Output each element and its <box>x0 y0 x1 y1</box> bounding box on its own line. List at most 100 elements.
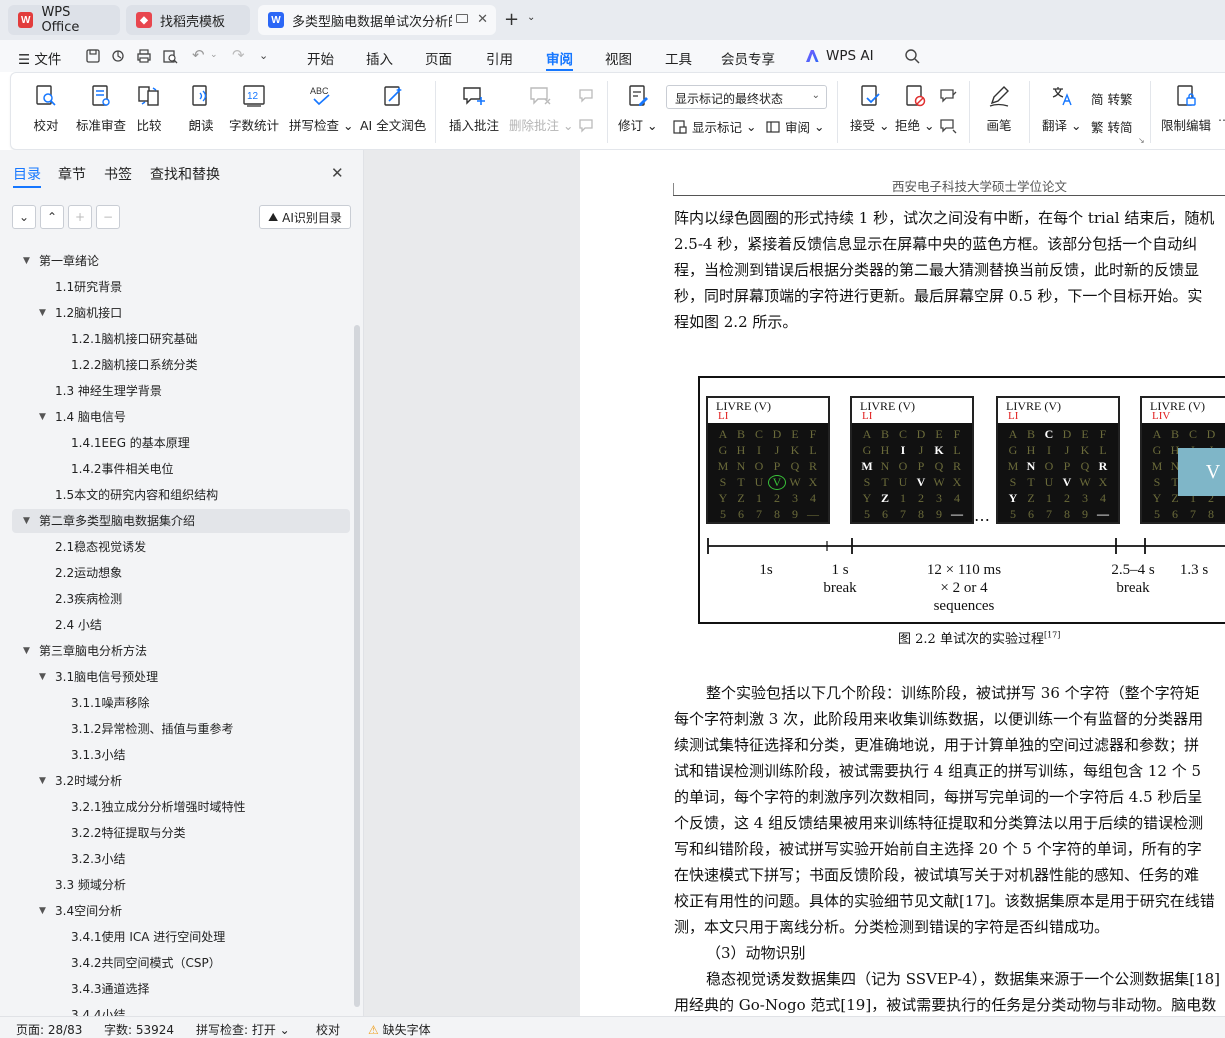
menu-review[interactable]: 审阅 <box>546 48 573 68</box>
expand-triangle-icon[interactable]: ▼ <box>39 899 46 923</box>
tab-bookmarks[interactable]: 书签 <box>104 164 132 184</box>
toc-item[interactable]: ▼ 第一章绪论 <box>12 249 350 273</box>
restrict-edit-button[interactable]: 限制编辑 <box>1161 83 1211 134</box>
tab-chapters[interactable]: 章节 <box>58 164 86 184</box>
expand-triangle-icon[interactable]: ▼ <box>39 769 46 793</box>
accept-button[interactable]: 接受 ⌄ <box>850 83 889 134</box>
menu-tools[interactable]: 工具 <box>665 48 692 68</box>
toc-item[interactable]: 3.4.3通道选择 <box>12 977 350 1001</box>
sync-icon[interactable] <box>110 48 126 64</box>
search-icon[interactable] <box>904 48 920 64</box>
toc-item[interactable]: 3.4.4小结 <box>12 1003 350 1016</box>
expand-triangle-icon[interactable]: ▼ <box>39 301 46 325</box>
toc-item[interactable]: 1.2.1脑机接口研究基础 <box>12 327 350 351</box>
expand-triangle-icon[interactable]: ▼ <box>23 249 30 273</box>
menu-page[interactable]: 页面 <box>425 48 452 68</box>
menu-file[interactable]: ☰ 文件 <box>18 48 61 68</box>
toc-item[interactable]: 2.4 小结 <box>12 613 350 637</box>
pen-button[interactable]: 画笔 <box>986 83 1012 134</box>
toc-item[interactable]: 3.1.1噪声移除 <box>12 691 350 715</box>
toc-item[interactable]: 2.1稳态视觉诱发 <box>12 535 350 559</box>
reject-button[interactable]: 拒绝 ⌄ <box>895 83 934 134</box>
toc-item[interactable]: 3.4.2共同空间模式（CSP） <box>12 951 350 975</box>
markup-display-select[interactable]: 显示标记的最终状态 ⌄ <box>666 85 827 109</box>
standard-review-button[interactable]: 标准审查 <box>76 83 126 134</box>
toc-item[interactable]: 2.3疾病检测 <box>12 587 350 611</box>
menu-wps-ai[interactable]: WPS AI <box>826 48 874 64</box>
toc-item[interactable]: 3.2.3小结 <box>12 847 350 871</box>
toc-item[interactable]: ▼ 1.4 脑电信号 <box>12 405 350 429</box>
monitor-icon[interactable] <box>456 14 468 23</box>
expand-triangle-icon[interactable]: ▼ <box>39 405 46 429</box>
toc-scrollbar[interactable] <box>354 325 360 1007</box>
toc-item[interactable]: 3.1.3小结 <box>12 743 350 767</box>
more-chevron-icon[interactable]: ⌄ <box>259 49 268 62</box>
add-heading-button[interactable]: + <box>68 205 92 229</box>
next-change-icon[interactable] <box>939 117 957 135</box>
insert-comment-button[interactable]: 插入批注 <box>449 83 499 134</box>
ribbon-more-icon[interactable]: ⋯ <box>1218 113 1225 127</box>
word-count-indicator[interactable]: 字数: 53924 <box>104 1021 174 1038</box>
menu-view[interactable]: 视图 <box>605 48 632 68</box>
compare-button[interactable]: 比较 <box>136 83 162 134</box>
remove-heading-button[interactable]: − <box>96 205 120 229</box>
to-simplified-button[interactable]: 繁 转简 <box>1091 117 1132 136</box>
proofread-button[interactable]: 校对 <box>33 83 59 134</box>
toc-item[interactable]: 1.5本文的研究内容和组织结构 <box>12 483 350 507</box>
tab-document[interactable]: W 多类型脑电数据单试次分析的 ✕ <box>258 5 496 35</box>
delete-comment-button[interactable]: 删除批注 ⌄ <box>509 83 573 134</box>
expand-triangle-icon[interactable]: ▼ <box>39 665 46 689</box>
expand-triangle-icon[interactable]: ▼ <box>23 509 30 533</box>
collapse-all-button[interactable]: ⌄ <box>12 205 36 229</box>
word-count-button[interactable]: 12 字数统计 <box>229 83 279 134</box>
toc-item[interactable]: 1.3 神经生理学背景 <box>12 379 350 403</box>
menu-member[interactable]: 会员专享 <box>721 48 775 68</box>
ai-polish-button[interactable]: AI 全文润色 <box>360 83 426 134</box>
toc-item[interactable]: ▼ 第二章多类型脑电数据集介绍 <box>12 509 350 533</box>
print-preview-icon[interactable] <box>162 48 178 64</box>
show-markup-button[interactable]: 显示标记 ⌄ <box>672 117 756 136</box>
toc-item[interactable]: 1.4.1EEG 的基本原理 <box>12 431 350 455</box>
menu-insert[interactable]: 插入 <box>366 48 393 68</box>
ribbon-expand-icon[interactable]: ↘ <box>1138 136 1145 145</box>
expand-up-button[interactable]: ⌃ <box>40 205 64 229</box>
toc-item[interactable]: ▼ 3.2时域分析 <box>12 769 350 793</box>
toc-item[interactable]: ▼ 第三章脑电分析方法 <box>12 639 350 663</box>
toc-item[interactable]: 3.3 频域分析 <box>12 873 350 897</box>
to-traditional-button[interactable]: 简 转繁 <box>1091 89 1132 108</box>
missing-font-status[interactable]: ⚠ 缺失字体 <box>368 1021 431 1038</box>
menu-home[interactable]: 开始 <box>307 48 334 68</box>
toc-item[interactable]: 1.2.2脑机接口系统分类 <box>12 353 350 377</box>
track-changes-button[interactable]: 修订 ⌄ <box>618 83 657 134</box>
tab-find-replace[interactable]: 查找和替换 <box>150 164 220 184</box>
previous-change-icon[interactable] <box>939 87 957 105</box>
previous-comment-icon[interactable] <box>578 87 596 105</box>
tab-toc[interactable]: 目录 <box>13 164 41 184</box>
tab-wps-office[interactable]: W WPS Office <box>8 5 120 35</box>
page-indicator[interactable]: 页面: 28/83 <box>16 1021 82 1038</box>
close-pane-icon[interactable]: ✕ <box>331 164 344 182</box>
document-page[interactable]: 西安电子科技大学硕士学位论文 阵内以绿色圆圈的形式持续 1 秒，试次之间没有中断… <box>580 150 1225 1016</box>
undo-icon[interactable]: ↶ <box>192 46 205 64</box>
read-aloud-button[interactable]: 朗读 <box>188 83 214 134</box>
toc-item[interactable]: 3.4.1使用 ICA 进行空间处理 <box>12 925 350 949</box>
ai-toc-button[interactable]: ⛰ AI识别目录 <box>259 205 351 229</box>
expand-triangle-icon[interactable]: ▼ <box>23 639 30 663</box>
next-comment-icon[interactable] <box>578 117 596 135</box>
spell-check-status[interactable]: 拼写检查: 打开 ⌄ <box>196 1021 290 1038</box>
toc-item[interactable]: ▼ 3.4空间分析 <box>12 899 350 923</box>
translate-button[interactable]: 翻译 ⌄ <box>1042 83 1081 134</box>
toc-item[interactable]: 3.1.2异常检测、插值与重参考 <box>12 717 350 741</box>
toc-item[interactable]: ▼ 1.2脑机接口 <box>12 301 350 325</box>
undo-chevron-icon[interactable]: ⌄ <box>210 50 218 60</box>
toc-item[interactable]: ▼ 3.1脑电信号预处理 <box>12 665 350 689</box>
tab-template[interactable]: ◆ 找稻壳模板 <box>126 5 250 35</box>
toc-item[interactable]: 2.2运动想象 <box>12 561 350 585</box>
toc-item[interactable]: 1.4.2事件相关电位 <box>12 457 350 481</box>
toc-item[interactable]: 3.2.2特征提取与分类 <box>12 821 350 845</box>
toc-item[interactable]: 3.2.1独立成分分析增强时域特性 <box>12 795 350 819</box>
spell-check-button[interactable]: ABC 拼写检查 ⌄ <box>289 83 353 134</box>
new-tab-icon[interactable]: + <box>504 9 519 30</box>
tab-list-chevron-icon[interactable]: ⌄ <box>527 12 535 23</box>
toc-item[interactable]: 1.1研究背景 <box>12 275 350 299</box>
